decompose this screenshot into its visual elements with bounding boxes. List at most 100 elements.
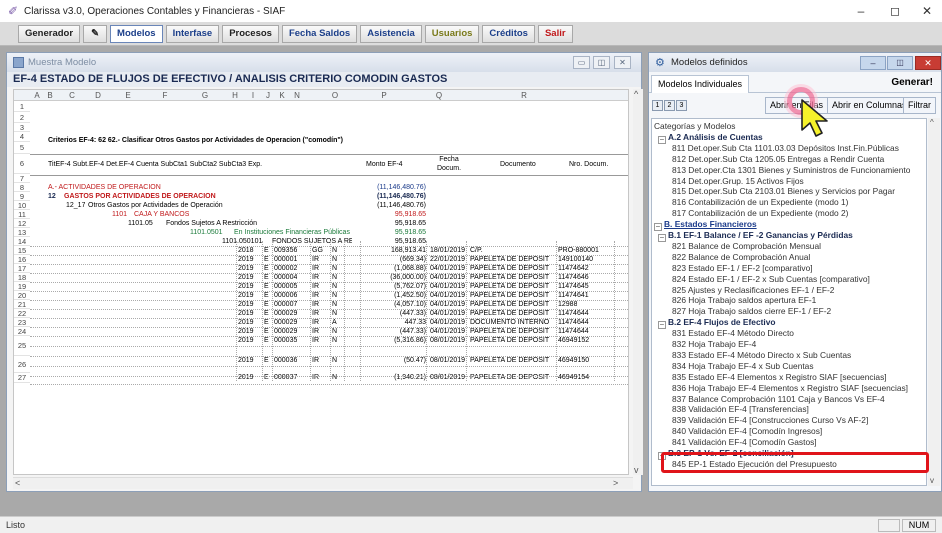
tree-vertical-scrollbar[interactable]: ^ v (928, 118, 940, 486)
tree-item-label: Categorías y Modelos (654, 121, 736, 131)
muestra-minimize-button[interactable]: ▭ (573, 56, 590, 69)
detail-fecha: 08/01/2019 (430, 337, 466, 344)
modelos-minimize-button[interactable]: – (860, 56, 886, 70)
tree-item[interactable]: 838 Validación EF-4 [Transferencias] (652, 404, 809, 414)
filtrar-button[interactable]: Filtrar (903, 97, 936, 114)
tree-item[interactable]: 815 Det.oper.Sub Cta 2103.01 Bienes y Se… (652, 186, 895, 196)
tree-item[interactable]: 831 Estado EF-4 Método Directo (652, 328, 794, 338)
row-number: 20 (14, 291, 30, 300)
tree-item[interactable]: 817 Contabilización de un Expediente (mo… (652, 208, 848, 218)
tree-item[interactable]: 836 Hoja Trabajo EF-4 Elementos x Regist… (652, 383, 908, 393)
tree-item[interactable]: 814 Det.oper.Grup. 15 Activos Fijos (652, 176, 804, 186)
tree-item[interactable]: 823 Estado EF-1 / EF-2 [comparativo] (652, 263, 813, 273)
muestra-modelo-window: Muestra Modelo ▭ ◫ ✕ EF-4 ESTADO DE FLUJ… (6, 52, 643, 492)
muestra-maximize-button[interactable]: ◫ (593, 56, 610, 69)
detail-n: N (332, 337, 338, 344)
grid-line (236, 241, 237, 381)
tree-item-label: A.2 Análisis de Cuentas (668, 131, 763, 142)
tree-item-label: 831 Estado EF-4 Método Directo (672, 328, 794, 339)
detail-monto: (50.47) (403, 357, 426, 364)
tree-item[interactable]: 813 Det.oper.Cta 1301 Bienes y Suministr… (652, 165, 910, 175)
window-icon (13, 57, 24, 68)
tree-item[interactable]: 832 Hoja Trabajo EF-4 (652, 339, 756, 349)
grid-line (30, 384, 628, 385)
row9-code: 12 (48, 193, 56, 200)
row-number: 23 (14, 318, 30, 327)
grid-line (556, 241, 557, 381)
tree-item[interactable]: 821 Balance de Comprobación Mensual (652, 241, 821, 251)
scroll-down-icon[interactable]: v (634, 465, 639, 475)
tree-item[interactable]: 840 Validación EF-4 [Comodín Ingresos] (652, 426, 822, 436)
edit-icon-button[interactable]: ✎ (83, 24, 108, 43)
generar-button[interactable]: Generar! (886, 75, 938, 91)
status-panel-empty (878, 519, 900, 532)
modelos-caption: ⚙ Modelos definidos – ◫ ✕ (649, 53, 941, 72)
models-tree[interactable]: Categorías y Modelos – A.2 Análisis de Cue… (651, 118, 927, 486)
detail-k: IR (312, 357, 319, 364)
detail-fecha: 08/01/2019 (430, 374, 466, 381)
selection-highlight-box (661, 452, 929, 473)
level-1-button[interactable]: 1 (652, 100, 663, 111)
modelos-maximize-button[interactable]: ◫ (887, 56, 913, 70)
procesos-button[interactable]: Procesos (222, 24, 279, 43)
tree-item[interactable]: 841 Validación EF-4 [Comodín Gastos] (652, 437, 817, 447)
tab-modelos-individuales[interactable]: Modelos Individuales (651, 75, 750, 93)
tree-item-label: 811 Det.oper.Sub Cta 1101.03.03 Depósito… (672, 142, 899, 153)
tree-scroll-up-icon[interactable]: ^ (930, 118, 934, 127)
tree-item[interactable]: 824 Estado EF-1 / EF-2 x Sub Cuentas [co… (652, 274, 870, 284)
tree-item[interactable]: 835 Estado EF-4 Elementos x Registro SIA… (652, 372, 887, 382)
modelos-close-button[interactable]: ✕ (915, 56, 941, 70)
salir-button[interactable]: Salir (537, 24, 573, 43)
tree-item-label: 813 Det.oper.Cta 1301 Bienes y Suministr… (672, 164, 911, 175)
tree-item[interactable]: 825 Ajustes y Reclasificaciones EF-1 / E… (652, 285, 834, 295)
tree-item[interactable]: 837 Balance Comprobación 1101 Caja y Ban… (652, 394, 885, 404)
scroll-left-icon[interactable]: < (15, 478, 20, 488)
grid-line (344, 241, 345, 381)
tree-item-label: 832 Hoja Trabajo EF-4 (672, 339, 757, 349)
spreadsheet[interactable]: ABCDEFGHIJKNOPQR 1 2 3 4 5 6 7 8 9 10 11 12 13 14 15 16… (13, 89, 629, 475)
detail-k: IR (312, 374, 319, 381)
tree-item[interactable]: 839 Validación EF-4 [Construcciones Curs… (652, 415, 868, 425)
sheet-horizontal-scrollbar[interactable]: < > (13, 477, 633, 489)
grid-line (360, 241, 361, 381)
tree-item-label: 833 Estado EF-4 Método Directo x Sub Cue… (672, 349, 852, 360)
interfase-button[interactable]: Interfase (165, 24, 220, 43)
tree-item[interactable]: 826 Hoja Trabajo saldos apertura EF-1 (652, 295, 816, 305)
scroll-right-icon[interactable]: > (613, 478, 618, 488)
header-monto: Monto EF-4 (366, 161, 403, 168)
tree-item-label: 834 Hoja Trabajo EF-4 x Sub Cuentas (672, 360, 814, 371)
level-3-button[interactable]: 3 (676, 100, 687, 111)
tree-item[interactable]: 833 Estado EF-4 Método Directo x Sub Cue… (652, 350, 851, 360)
level-2-button[interactable]: 2 (664, 100, 675, 111)
creditos-button[interactable]: Créditos (482, 24, 535, 43)
sheet-vertical-scrollbar[interactable]: ^ v (633, 89, 643, 475)
detail-exp: 000035 (274, 337, 298, 344)
generador-button[interactable]: Generador (18, 24, 81, 43)
row-number: 12 (14, 219, 30, 228)
tree-scroll-down-icon[interactable]: v (930, 476, 934, 485)
close-button[interactable]: ✕ (904, 0, 942, 22)
tree-item[interactable]: 827 Hoja Trabajo saldos cierre EF-1 / EF… (652, 306, 831, 316)
tree-item[interactable]: 816 Contabilización de un Expediente (mo… (652, 197, 848, 207)
tree-item-label: 837 Balance Comprobación 1101 Caja y Ban… (672, 393, 885, 404)
usuarios-button[interactable]: Usuarios (424, 24, 480, 43)
asistencia-button[interactable]: Asistencia (360, 24, 422, 43)
fecha-saldos-button[interactable]: Fecha Saldos (281, 24, 358, 43)
scroll-up-icon[interactable]: ^ (634, 89, 638, 99)
tree-item[interactable]: 812 Det.oper.Sub Cta 1205.05 Entregas a … (652, 154, 884, 164)
tree-category[interactable]: – B. Estados Financieros (652, 219, 757, 232)
column-header-cell: B (47, 91, 53, 100)
tree-item-label: 841 Validación EF-4 [Comodín Gastos] (672, 437, 817, 448)
tree-item[interactable]: 811 Det.oper.Sub Cta 1101.03.03 Depósito… (652, 143, 899, 153)
modelos-button[interactable]: Modelos (110, 24, 163, 43)
gear-icon: ⚙ (655, 56, 665, 69)
tree-category[interactable]: – A.2 Análisis de Cuentas (652, 131, 763, 144)
tree-category[interactable]: – B.1 EF-1 Balance / EF -2 Ganancias y Pé… (652, 230, 853, 242)
tree-category[interactable]: – B.2 EF-4 Flujos de Efectivo (652, 317, 776, 330)
tree-item-label: 823 Estado EF-1 / EF-2 [comparativo] (672, 262, 813, 273)
tree-item[interactable]: 834 Hoja Trabajo EF-4 x Sub Cuentas (652, 361, 814, 371)
muestra-close-button[interactable]: ✕ (614, 56, 631, 69)
column-header: ABCDEFGHIJKNOPQR (14, 90, 628, 101)
tree-item[interactable]: 822 Balance de Comprobación Anual (652, 252, 810, 262)
tree-root-label: Categorías y Modelos (652, 121, 735, 131)
